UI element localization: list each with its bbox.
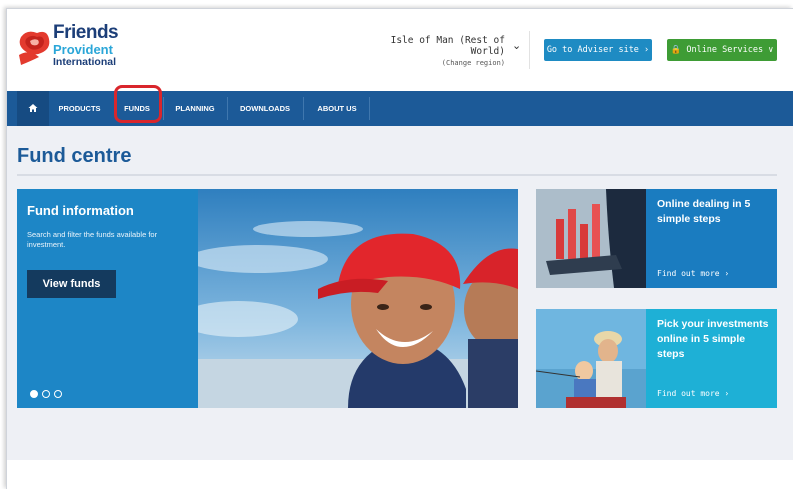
view-funds-button[interactable]: View funds xyxy=(27,270,116,298)
hero-title: Fund information xyxy=(27,203,134,218)
header-divider xyxy=(529,31,530,69)
page-title: Fund centre xyxy=(17,145,132,167)
nav-separator xyxy=(303,97,304,120)
brand-logo[interactable]: Friends Provident International xyxy=(17,23,127,71)
browser-frame: Friends Provident International Isle of … xyxy=(6,8,793,489)
promo-title: Pick your investments online in 5 simple… xyxy=(657,318,769,360)
rose-logo-icon xyxy=(19,31,50,65)
hero-panel: Fund information Search and filter the f… xyxy=(17,189,198,408)
chevron-down-icon[interactable]: ⌄ xyxy=(512,39,524,52)
carousel-dot[interactable] xyxy=(30,390,38,398)
region-name: Isle of Man (Rest of World) xyxy=(390,35,505,57)
carousel-dots xyxy=(30,385,66,403)
home-icon xyxy=(28,104,38,112)
nav-item-products[interactable]: PRODUCTS xyxy=(52,91,107,126)
site-header: Friends Provident International Isle of … xyxy=(7,9,793,91)
brand-line-provident: Provident xyxy=(53,42,113,57)
online-services-button[interactable]: 🔒 Online Services ∨ xyxy=(667,39,777,61)
promo-pick-investments[interactable]: Pick your investments online in 5 simple… xyxy=(536,309,777,408)
promo-title: Online dealing in 5 simple steps xyxy=(657,198,751,225)
nav-separator xyxy=(163,97,164,120)
change-region-link[interactable]: (Change region) xyxy=(379,59,505,67)
nav-item-planning[interactable]: PLANNING xyxy=(167,91,223,126)
promo-online-dealing[interactable]: Online dealing in 5 simple steps Find ou… xyxy=(536,189,777,288)
promo-image-fishing xyxy=(536,309,646,408)
hero-description: Search and filter the funds available fo… xyxy=(27,230,158,249)
carousel-dot[interactable] xyxy=(54,390,62,398)
carousel-dot[interactable] xyxy=(42,390,50,398)
nav-separator xyxy=(227,97,228,120)
find-out-more-link[interactable]: Find out more › xyxy=(657,269,729,278)
region-selector[interactable]: Isle of Man (Rest of World) (Change regi… xyxy=(379,35,505,67)
nav-home[interactable] xyxy=(17,91,49,126)
brand-line-friends: Friends xyxy=(53,22,119,43)
title-rule xyxy=(17,174,777,176)
brand-line-international: International xyxy=(53,56,117,68)
hero-carousel: Fund information Search and filter the f… xyxy=(17,189,518,408)
nav-separator xyxy=(369,97,370,120)
adviser-site-button[interactable]: Go to Adviser site › xyxy=(544,39,652,61)
find-out-more-link[interactable]: Find out more › xyxy=(657,389,729,398)
nav-item-downloads[interactable]: DOWNLOADS xyxy=(231,91,299,126)
funds-highlight-ring xyxy=(114,85,162,123)
nav-item-about-us[interactable]: ABOUT US xyxy=(307,91,367,126)
hero-photo-boys-in-red-caps xyxy=(198,189,518,408)
promo-image-tablet-chart xyxy=(536,189,646,288)
content-lower-area xyxy=(7,460,793,489)
